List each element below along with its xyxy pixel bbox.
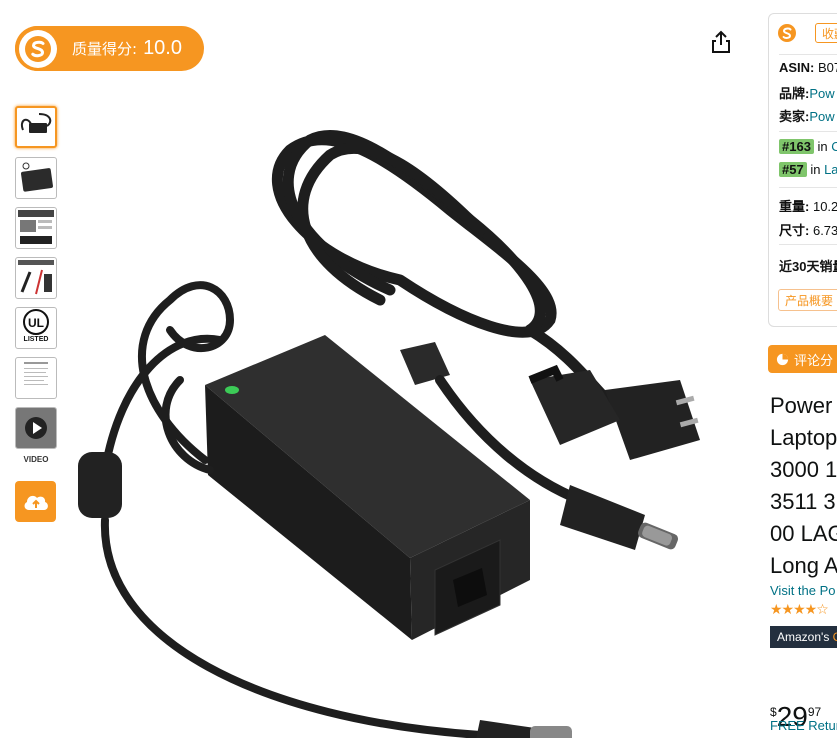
quality-score-badge[interactable]: 质量得分: 10.0 — [15, 26, 204, 71]
amazons-choice-prefix: Amazon's — [777, 630, 830, 644]
pie-chart-icon — [776, 353, 789, 365]
amazons-choice-accent: C — [832, 630, 837, 644]
thumbnail-2[interactable] — [15, 157, 57, 199]
product-title-line: Laptop — [770, 425, 837, 450]
price-fraction: 97 — [807, 705, 822, 719]
share-button[interactable] — [703, 24, 739, 60]
weight-value: 10.2 — [812, 199, 837, 214]
cloud-upload-icon — [24, 495, 48, 510]
size-key: 尺寸: — [779, 223, 810, 238]
upload-button[interactable] — [15, 481, 56, 522]
weight-key: 重量: — [779, 199, 810, 214]
share-icon — [712, 30, 730, 53]
seller-key: 卖家: — [779, 109, 810, 124]
s-logo-icon — [15, 26, 60, 71]
visit-store-link[interactable]: Visit the Po — [770, 583, 836, 598]
thumbnail-1[interactable] — [15, 106, 57, 148]
review-score-tab[interactable]: 评论分 — [768, 345, 837, 373]
seller-link[interactable]: Pow — [809, 109, 834, 124]
thumbnail-5[interactable]: UL LISTED — [15, 307, 57, 349]
asin-value: B07 — [818, 60, 837, 75]
size-value: 6.73 — [812, 223, 837, 238]
thumbnail-6[interactable] — [15, 357, 57, 399]
rank-2-in: in — [810, 162, 821, 177]
thumbnail-4[interactable] — [15, 257, 57, 299]
quality-score-label: 质量得分: — [72, 40, 138, 58]
sales-30d-label: 近30天销量 — [779, 259, 837, 274]
quality-score-value: 10.0 — [143, 37, 182, 59]
svg-text:UL: UL — [28, 316, 44, 330]
rank-badge-1: #163 — [779, 139, 814, 154]
asin-key: ASIN: — [779, 60, 815, 75]
product-title-line: Long A — [770, 553, 837, 578]
amazons-choice-badge: Amazon's C — [770, 626, 837, 648]
rank-1-in: in — [817, 139, 828, 154]
product-title: Power Laptop 3000 1 3511 3 00 LAG Long A — [770, 390, 837, 582]
rank-1-category-link[interactable]: C — [831, 139, 837, 154]
thumbnail-video[interactable] — [15, 407, 57, 449]
rank-badge-2: #57 — [779, 162, 807, 177]
rank-2-category-link[interactable]: La — [824, 162, 837, 177]
free-returns-link[interactable]: FREE Return — [770, 718, 837, 733]
product-info-panel: 收藏 ASIN: B07 品牌:Pow 卖家:Pow #163 in C #57… — [768, 13, 837, 327]
thumbnail-3[interactable] — [15, 207, 57, 249]
product-overview-button[interactable]: 产品概要 — [778, 289, 837, 311]
brand-key: 品牌: — [779, 86, 810, 101]
product-title-line: 00 LAG — [770, 521, 837, 546]
collect-button[interactable]: 收藏 — [815, 23, 837, 43]
main-product-image[interactable] — [60, 80, 750, 743]
product-title-line: 3511 3 — [770, 489, 836, 514]
s-logo-icon — [778, 24, 796, 42]
star-rating[interactable]: ★★★★☆ — [770, 601, 829, 618]
review-score-label: 评论分 — [794, 352, 834, 368]
brand-link[interactable]: Pow — [809, 86, 834, 101]
product-title-line: Power — [770, 393, 833, 418]
video-caption: VIDEO — [23, 455, 49, 464]
ul-listed-caption: LISTED — [23, 336, 49, 343]
product-title-line: 3000 1 — [770, 457, 837, 482]
price-currency: $ — [770, 705, 777, 719]
